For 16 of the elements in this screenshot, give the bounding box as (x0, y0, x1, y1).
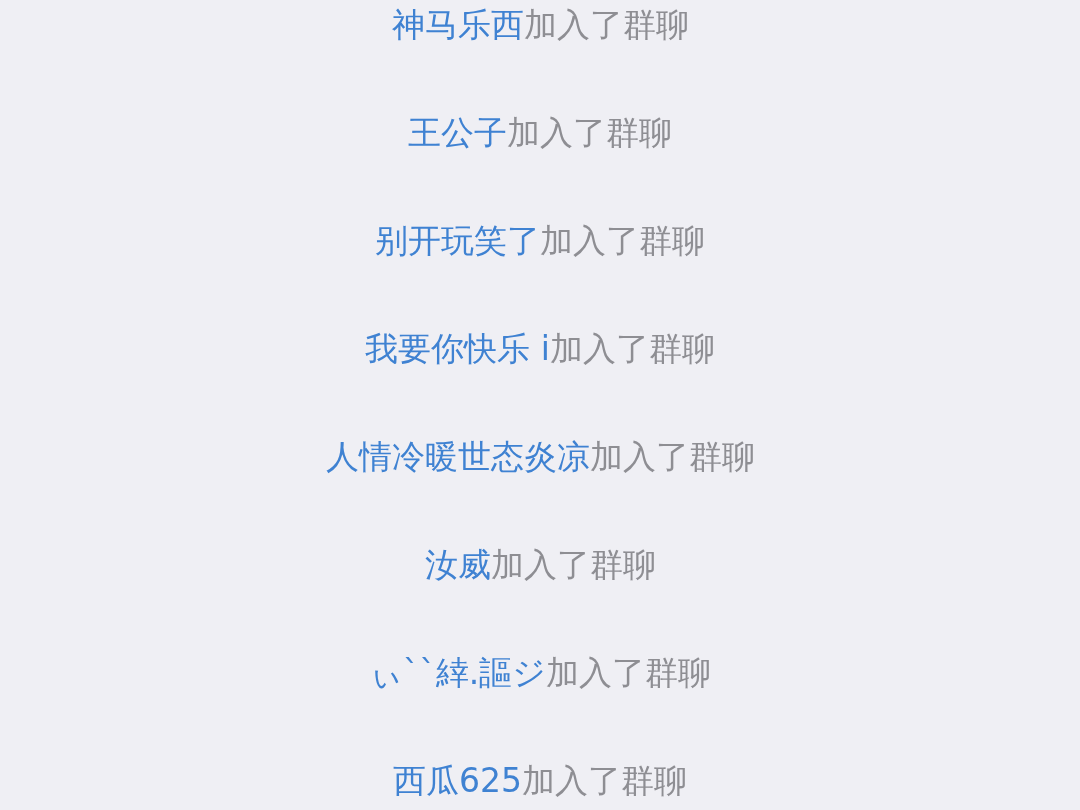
member-name-link[interactable]: 神马乐西 (391, 5, 524, 44)
member-name-link[interactable]: 西瓜625 (393, 761, 522, 800)
join-notice: 人情冷暖世态炎凉加入了群聊 (325, 436, 755, 478)
join-notice: 神马乐西加入了群聊 (391, 4, 689, 46)
join-notice: 西瓜625加入了群聊 (393, 760, 687, 802)
join-notice: 王公子加入了群聊 (408, 112, 672, 154)
member-name-link[interactable]: 别开玩笑了 (375, 221, 540, 260)
join-notice: ぃ``緈.謳ジ加入了群聊 (368, 652, 712, 694)
member-name-link[interactable]: 人情冷暖世态炎凉 (325, 437, 590, 476)
member-name-link[interactable]: 王公子 (408, 113, 507, 152)
join-notice: 我要你快乐 i加入了群聊 (365, 328, 715, 370)
join-notice: 汝威加入了群聊 (424, 544, 656, 586)
member-name-link[interactable]: 我要你快乐 i (365, 329, 550, 368)
join-notice: 别开玩笑了加入了群聊 (375, 220, 705, 262)
member-name-link[interactable]: 汝威 (424, 545, 491, 584)
member-name-link[interactable]: ぃ``緈.謳ジ (368, 653, 547, 692)
